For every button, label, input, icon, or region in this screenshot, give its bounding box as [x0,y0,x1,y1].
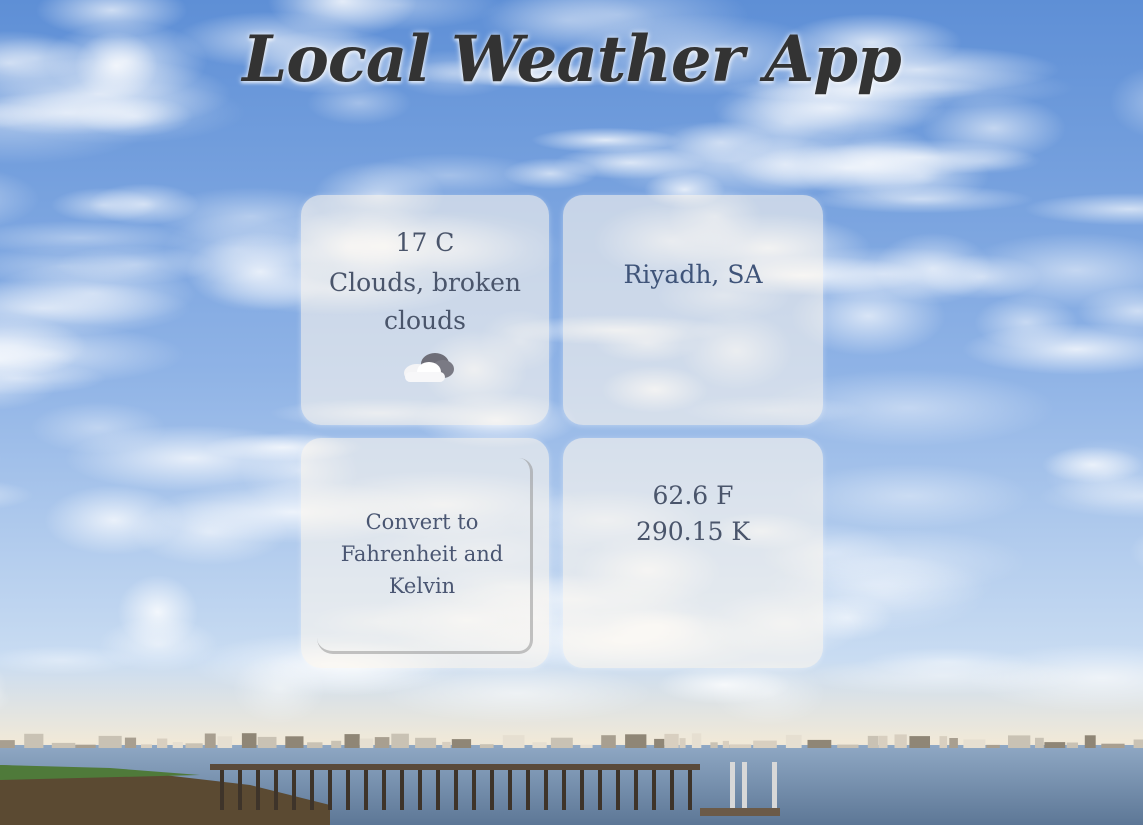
convert-button[interactable]: Convert to Fahrenheit and Kelvin [317,458,533,654]
kelvin-value: 290.15 K [635,517,751,546]
weather-condition: Clouds, broken clouds [328,268,522,335]
temperature-card: 17 C Clouds, broken clouds [301,195,549,425]
location-card: Riyadh, SA [563,195,823,425]
temperature-value: 17 C [395,228,455,257]
broken-clouds-icon [404,353,454,382]
fahrenheit-value: 62.6 F [652,481,734,510]
convert-card: Convert to Fahrenheit and Kelvin [301,438,549,668]
convert-button-label: Convert to Fahrenheit and Kelvin [340,510,504,598]
location-name: Riyadh, SA [623,260,763,289]
converted-values-card: 62.6 F 290.15 K [563,438,823,668]
page-title: Local Weather App [242,22,902,97]
